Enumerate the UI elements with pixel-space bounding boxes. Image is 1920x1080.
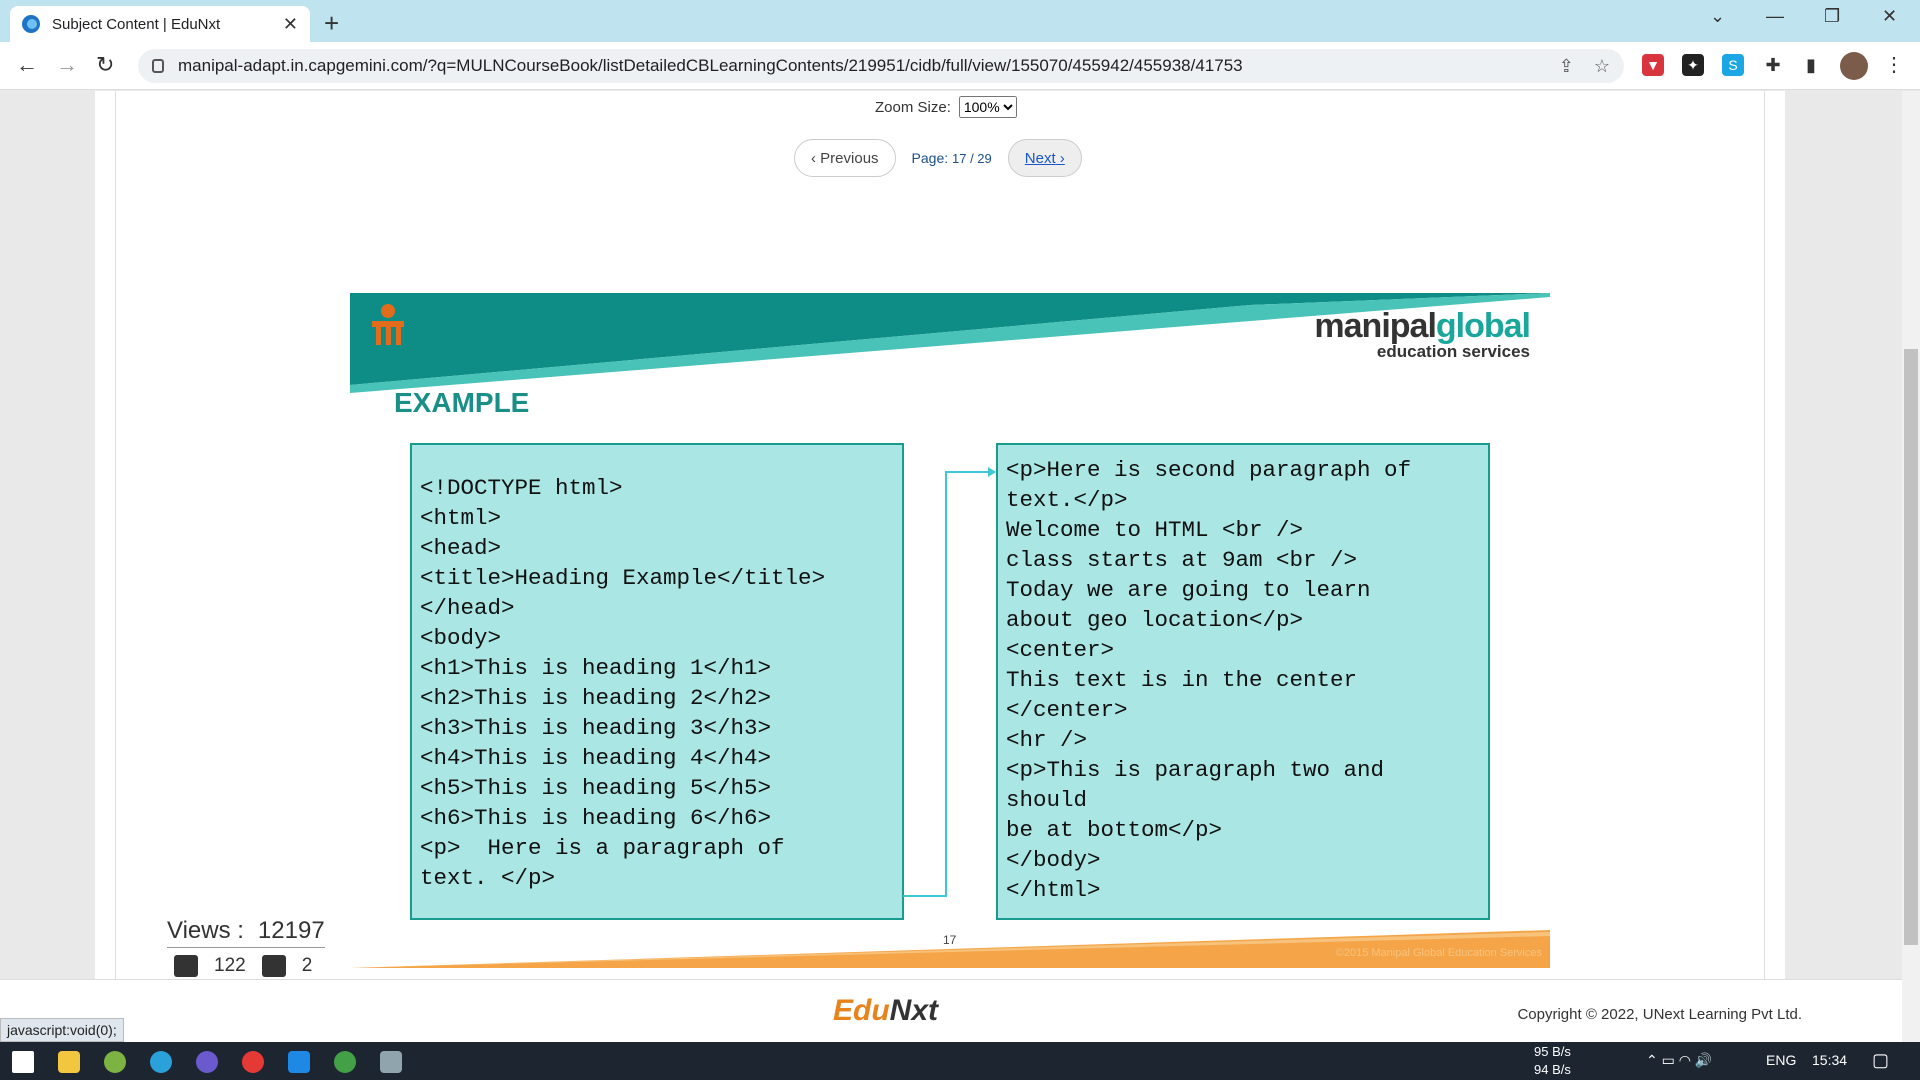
slide-page-number: 17 xyxy=(943,933,957,947)
views-value: 12197 xyxy=(257,917,325,944)
reactions: 122 2 xyxy=(174,955,328,977)
brand-main: manipal xyxy=(1314,307,1436,345)
extension-icon[interactable]: ✦ xyxy=(1682,54,1704,76)
browser-tab[interactable]: Subject Content | EduNxt ✕ xyxy=(10,6,310,42)
network-up: 95 B/s xyxy=(1534,1044,1571,1059)
brand-accent: global xyxy=(1435,307,1531,345)
brand-logo: manipalglobal education services xyxy=(1314,307,1531,362)
windows-taskbar: 95 B/s 94 B/s ⌃ ▭ ◠ 🔊 ENG 15:34 ▢ xyxy=(0,1042,1920,1080)
chrome-icon[interactable] xyxy=(242,1051,264,1073)
language-indicator[interactable]: ENG xyxy=(1766,1052,1796,1068)
zoom-label: Zoom Size: xyxy=(875,98,951,116)
network-down: 94 B/s xyxy=(1534,1062,1571,1077)
page-scrollbar[interactable] xyxy=(1902,91,1920,1042)
side-panel-icon[interactable]: ▮ xyxy=(1800,54,1822,76)
notification-icon[interactable]: ▢ xyxy=(1872,1050,1889,1071)
zoom-control: Zoom Size: 100% xyxy=(875,96,1017,118)
telegram-icon[interactable] xyxy=(150,1051,172,1073)
status-bar-url: javascript:void(0); xyxy=(0,1018,124,1042)
minimize-icon[interactable]: — xyxy=(1766,6,1784,27)
tab-title: Subject Content | EduNxt xyxy=(52,15,221,33)
windows-start-icon[interactable] xyxy=(12,1051,34,1073)
lock-icon xyxy=(152,59,164,73)
page-value: 17 / 29 xyxy=(952,151,992,166)
address-bar[interactable]: manipal-adapt.in.capgemini.com/?q=MULNCo… xyxy=(138,49,1624,83)
more-menu-icon[interactable]: ⋮ xyxy=(1884,52,1904,77)
page-footer: EduNxt Copyright © 2022, UNext Learning … xyxy=(0,979,1920,1042)
pocket-extension-icon[interactable]: ▼ xyxy=(1642,54,1664,76)
scrollbar-thumb[interactable] xyxy=(1904,349,1918,945)
edunxt-logo: EduNxt xyxy=(833,994,939,1027)
tab-search-icon[interactable]: ⌄ xyxy=(1710,6,1725,27)
browser-toolbar: ← → ↻ manipal-adapt.in.capgemini.com/?q=… xyxy=(0,42,1920,90)
share-icon[interactable]: ⇪ xyxy=(1559,56,1574,77)
manipal-logo-icon xyxy=(368,301,408,358)
vscode-icon[interactable] xyxy=(288,1051,310,1073)
tray-icons[interactable]: ⌃ ▭ ◠ 🔊 xyxy=(1646,1052,1712,1069)
app-icon[interactable] xyxy=(104,1051,126,1073)
chrome-active-icon[interactable] xyxy=(334,1051,356,1073)
new-tab-icon[interactable]: + xyxy=(324,8,339,39)
app-icon-3[interactable] xyxy=(380,1051,402,1073)
tab-strip: Subject Content | EduNxt ✕ + ⌄ — ❐ ✕ xyxy=(0,0,1920,42)
previous-button[interactable]: ‹ Previous xyxy=(794,139,896,177)
next-button[interactable]: Next › xyxy=(1007,139,1082,177)
zoom-select[interactable]: 100% xyxy=(958,96,1017,118)
slide: manipalglobal education services EXAMPLE… xyxy=(350,293,1550,968)
s-extension-icon[interactable]: S xyxy=(1722,54,1744,76)
dislikes-count: 2 xyxy=(301,955,313,976)
url-text[interactable]: manipal-adapt.in.capgemini.com/?q=MULNCo… xyxy=(178,56,1539,76)
edunxt-favicon-icon xyxy=(22,15,40,33)
slide-copyright: ©2015 Manipal Global Education Services xyxy=(1335,947,1542,959)
file-explorer-icon[interactable] xyxy=(58,1051,80,1073)
views-label: Views : xyxy=(167,917,244,944)
page-indicator: Page: 17 / 29 xyxy=(911,150,992,166)
clock[interactable]: 15:34 xyxy=(1812,1052,1847,1068)
profile-avatar[interactable] xyxy=(1840,52,1868,80)
code-box-right: <p>Here is second paragraph of text.</p>… xyxy=(996,443,1490,920)
views-count: Views : 12197 xyxy=(167,917,325,948)
back-icon[interactable]: ← xyxy=(16,52,38,78)
thumbs-up-icon[interactable] xyxy=(174,955,198,977)
code-box-left: <!DOCTYPE html> <html> <head> <title>Hea… xyxy=(410,443,904,920)
app-icon-2[interactable] xyxy=(196,1051,218,1073)
restore-icon[interactable]: ❐ xyxy=(1824,6,1840,27)
bookmark-star-icon[interactable]: ☆ xyxy=(1594,56,1610,77)
thumbs-down-icon[interactable] xyxy=(261,955,286,977)
page-area: Zoom Size: 100% ‹ Previous Page: 17 / 29… xyxy=(0,91,1920,979)
reload-icon[interactable]: ↻ xyxy=(96,52,114,78)
forward-icon[interactable]: → xyxy=(56,52,78,78)
slide-title: EXAMPLE xyxy=(394,387,530,418)
puzzle-extensions-icon[interactable]: ✚ xyxy=(1762,54,1784,76)
pager: ‹ Previous Page: 17 / 29 Next › xyxy=(794,139,1082,177)
close-window-icon[interactable]: ✕ xyxy=(1882,6,1897,27)
footer-copyright: Copyright © 2022, UNext Learning Pvt Ltd… xyxy=(1517,1006,1802,1023)
close-tab-icon[interactable]: ✕ xyxy=(283,14,298,35)
likes-count: 122 xyxy=(214,955,246,976)
